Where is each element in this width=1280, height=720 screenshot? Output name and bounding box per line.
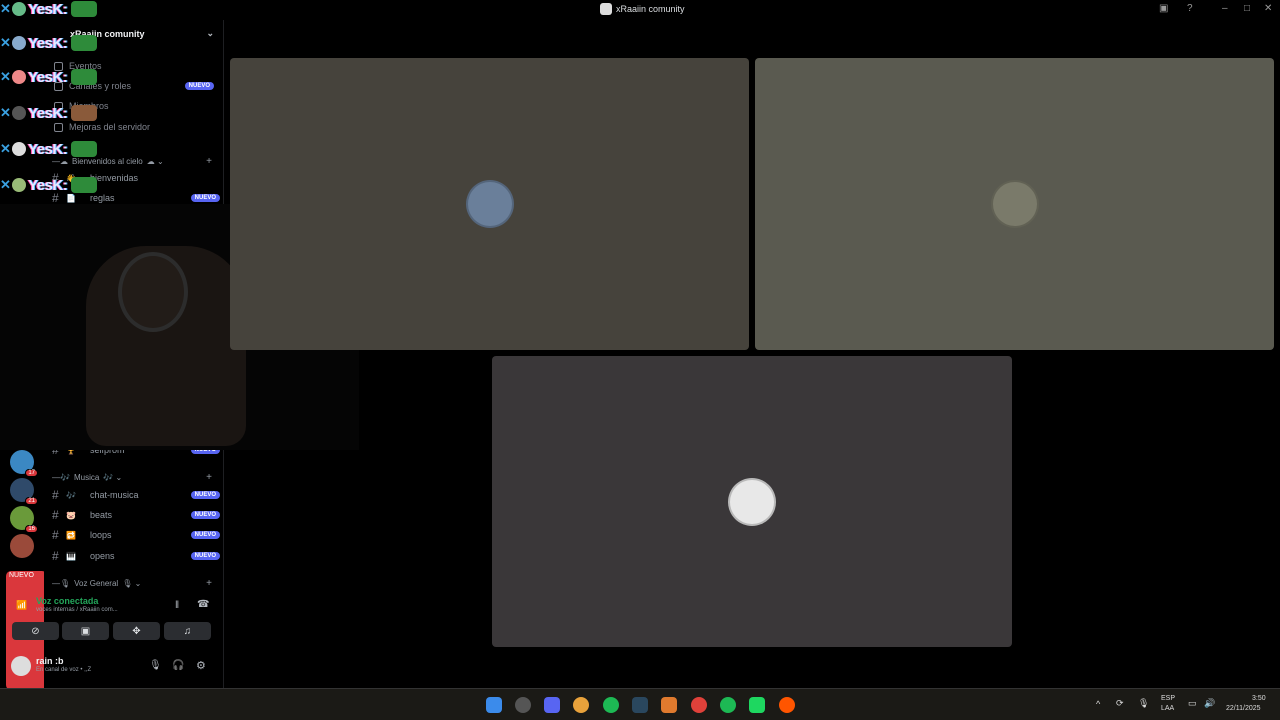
activities-icon: ✥ bbox=[132, 625, 141, 637]
boost-icon bbox=[54, 122, 63, 132]
frog-emote bbox=[71, 141, 98, 157]
avatar bbox=[12, 178, 26, 192]
soundcloud-icon[interactable] bbox=[779, 697, 795, 713]
overlay-row: ✕ YesK: bbox=[0, 34, 98, 52]
close-icon[interactable]: ✕ bbox=[1264, 3, 1272, 14]
soundboard-button[interactable]: ♫ bbox=[164, 622, 211, 640]
hash-icon: # bbox=[52, 549, 59, 563]
channel-chat-musica[interactable]: # 🎶 chat-musica NUEVO bbox=[52, 486, 220, 504]
category-musica[interactable]: —🎶 Musica 🎶 ⌄ + bbox=[52, 472, 222, 483]
minimize-icon[interactable]: – bbox=[1222, 3, 1228, 14]
clock[interactable]: 3:50 bbox=[1252, 695, 1266, 702]
server-icon bbox=[600, 3, 612, 15]
steam-icon[interactable] bbox=[632, 697, 648, 713]
screen-icon: ▣ bbox=[80, 625, 91, 637]
frog-emote bbox=[71, 35, 98, 51]
hash-icon: # bbox=[52, 488, 59, 502]
app-icon[interactable] bbox=[691, 697, 707, 713]
category-welcome[interactable]: —☁ Bienvenidos al cielo ☁ ⌄ + bbox=[52, 156, 222, 167]
frog-emote bbox=[71, 177, 98, 193]
chrome-icon[interactable] bbox=[573, 697, 589, 713]
disconnect-icon[interactable]: ☎ bbox=[197, 599, 209, 610]
avatar bbox=[12, 142, 26, 156]
overlay-row: ✕ YesK: bbox=[0, 104, 98, 122]
spotify-icon[interactable] bbox=[603, 697, 619, 713]
avatar bbox=[465, 180, 514, 228]
inbox-icon[interactable]: ▣ bbox=[1159, 3, 1168, 14]
gear-icon[interactable]: ⚙ bbox=[196, 659, 206, 672]
windows-start-icon[interactable] bbox=[486, 697, 502, 713]
frog-emote bbox=[71, 1, 98, 17]
menu-boosts[interactable]: Mejoras del servidor bbox=[54, 122, 150, 132]
network-icon[interactable]: ▭ bbox=[1188, 698, 1197, 709]
overlay-row: ✕ YesK: bbox=[0, 0, 98, 18]
mic-icon[interactable]: 🎙 bbox=[149, 660, 162, 671]
server-icon-4[interactable] bbox=[10, 534, 34, 558]
server-icon-2[interactable]: 21 bbox=[10, 478, 38, 505]
noise-icon[interactable]: ǁ bbox=[175, 600, 179, 611]
overlay-row: ✕ YesK: bbox=[0, 140, 98, 158]
title-bar: xRaaiin comunity ▣ ? – □ ✕ bbox=[0, 0, 1280, 20]
language-indicator[interactable]: ESP bbox=[1161, 695, 1175, 702]
server-icon-3[interactable]: 16 bbox=[10, 506, 38, 533]
signal-icon: 📶 bbox=[16, 600, 28, 610]
soundboard-icon: ♫ bbox=[183, 625, 192, 637]
sync-icon[interactable]: ⟳ bbox=[1116, 698, 1124, 709]
volume-icon[interactable]: 🔊 bbox=[1204, 698, 1215, 709]
avatar bbox=[12, 36, 26, 50]
voice-channel[interactable]: voces internas / xRaaiin com... bbox=[36, 607, 118, 613]
channel-opens[interactable]: # 🎹 opens NUEVO bbox=[52, 547, 220, 565]
camera-off-icon: ⊘ bbox=[31, 625, 40, 637]
channel-loops[interactable]: # 🔁 loops NUEVO bbox=[52, 526, 220, 544]
overlay-row: ✕ YesK: bbox=[0, 176, 98, 194]
voice-tile-3[interactable] bbox=[492, 356, 1012, 647]
discord-app: xRaaiin comunity ▣ ? – □ ✕ 17 21 16 NUEV… bbox=[0, 0, 1280, 720]
camera-button[interactable]: ⊘ bbox=[12, 622, 59, 640]
avatar bbox=[12, 70, 26, 84]
mic-icon[interactable]: 🎙 bbox=[1138, 698, 1149, 709]
avatar bbox=[12, 2, 26, 16]
voice-tile-2[interactable] bbox=[755, 58, 1274, 350]
headphones-icon[interactable]: 🎧 bbox=[172, 660, 184, 671]
overlay-row: ✕ YesK: bbox=[0, 68, 98, 86]
webcam-head bbox=[118, 252, 188, 332]
discord-icon[interactable] bbox=[544, 697, 560, 713]
hash-icon: # bbox=[52, 508, 59, 522]
channel-beats[interactable]: # 🐷 beats NUEVO bbox=[52, 506, 220, 524]
app-icon[interactable] bbox=[515, 697, 531, 713]
user-panel: rain :b En canal de voz • ,,Z 🎙 🎧 ⚙ bbox=[5, 652, 219, 682]
activities-button[interactable]: ✥ bbox=[113, 622, 160, 640]
chevron-up-icon[interactable]: ^ bbox=[1096, 699, 1100, 709]
taskbar: ^ ⟳ 🎙 ESP LAA ▭ 🔊 3:50 22/11/2025 bbox=[0, 688, 1280, 720]
chevron-down-icon: ⌄ bbox=[206, 28, 214, 38]
monkey-emote bbox=[71, 105, 98, 121]
category-voz-general[interactable]: —🎙 Voz General 🎙 ⌄ + bbox=[52, 578, 222, 589]
voice-tile-1[interactable] bbox=[230, 58, 749, 350]
hash-icon: # bbox=[52, 528, 59, 542]
avatar bbox=[728, 477, 776, 526]
frog-emote bbox=[71, 69, 98, 85]
spotify-icon[interactable] bbox=[720, 697, 736, 713]
avatar[interactable] bbox=[11, 656, 31, 676]
avatar bbox=[990, 180, 1039, 228]
app-icon[interactable] bbox=[749, 697, 765, 713]
fl-studio-icon[interactable] bbox=[661, 697, 677, 713]
window-title: xRaaiin comunity bbox=[600, 3, 685, 15]
add-channel-icon[interactable]: + bbox=[206, 472, 212, 483]
server-icon-1[interactable]: 17 bbox=[10, 450, 38, 477]
add-channel-icon[interactable]: + bbox=[206, 156, 212, 167]
screen-share-button[interactable]: ▣ bbox=[62, 622, 109, 640]
maximize-icon[interactable]: □ bbox=[1244, 3, 1250, 14]
date: 22/11/2025 bbox=[1226, 705, 1261, 712]
add-channel-icon[interactable]: + bbox=[206, 578, 212, 589]
avatar bbox=[12, 106, 26, 120]
help-icon[interactable]: ? bbox=[1187, 3, 1193, 14]
voice-status: Voz conectada bbox=[36, 596, 99, 606]
